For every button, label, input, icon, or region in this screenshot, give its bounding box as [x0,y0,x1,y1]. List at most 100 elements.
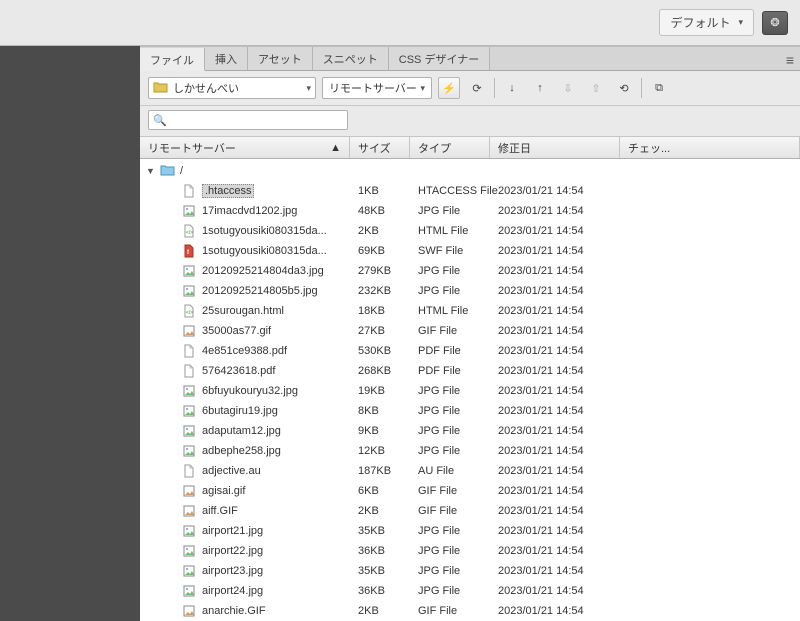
file-name-cell[interactable]: .htaccess [140,184,350,198]
file-name-cell[interactable]: 576423618.pdf [140,364,350,378]
file-name-cell[interactable]: adjective.au [140,464,350,478]
file-type: JPG File [410,385,490,397]
server-view-selector[interactable]: リモートサーバー ▾ [322,77,432,99]
jpg-file-icon [182,384,196,398]
get-button[interactable]: ↓ [501,77,523,99]
root-folder-row[interactable]: ▼ / [140,161,800,181]
file-name-cell[interactable]: 20120925214804da3.jpg [140,264,350,278]
file-row[interactable]: anarchie.GIF2KBGIF File2023/01/21 14:54 [140,601,800,621]
file-row[interactable]: airport24.jpg36KBJPG File2023/01/21 14:5… [140,581,800,601]
sync-icon: ❂ [770,16,779,29]
sync-settings-button[interactable]: ❂ [762,11,788,35]
swf-file-icon [182,244,196,258]
file-name-cell[interactable]: adaputam12.jpg [140,424,350,438]
file-name-cell[interactable]: 4e851ce9388.pdf [140,344,350,358]
file-size: 187KB [350,465,410,477]
filter-input[interactable]: 🔍 [148,110,348,130]
panel-tabs: ファイル挿入アセットスニペットCSS デザイナー [140,47,800,71]
file-name-cell[interactable]: 17imacdvd1202.jpg [140,204,350,218]
chevron-down-icon: ▾ [306,83,311,94]
sync-button[interactable]: ⟲ [613,77,635,99]
file-row[interactable]: aiff.GIF2KBGIF File2023/01/21 14:54 [140,501,800,521]
file-name-cell[interactable]: 1sotugyousiki080315da... [140,224,350,238]
file-row[interactable]: 1sotugyousiki080315da...2KBHTML File2023… [140,221,800,241]
file-name: adjective.au [202,465,261,477]
col-modified-header[interactable]: 修正日 [490,137,620,158]
checkin-icon: ⇧ [591,82,600,95]
panel-tab[interactable]: CSS デザイナー [389,47,490,70]
panel-tab[interactable]: 挿入 [205,47,248,70]
file-date: 2023/01/21 14:54 [490,505,620,517]
file-row[interactable]: 25surougan.html18KBHTML File2023/01/21 1… [140,301,800,321]
file-name-cell[interactable]: aiff.GIF [140,504,350,518]
col-size-header[interactable]: サイズ [350,137,410,158]
file-name-cell[interactable]: 6butagiru19.jpg [140,404,350,418]
file-row[interactable]: adaputam12.jpg9KBJPG File2023/01/21 14:5… [140,421,800,441]
file-size: 279KB [350,265,410,277]
file-size: 6KB [350,485,410,497]
file-row[interactable]: 576423618.pdf268KBPDF File2023/01/21 14:… [140,361,800,381]
file-name-cell[interactable]: adbephe258.jpg [140,444,350,458]
file-name: 6bfuyukouryu32.jpg [202,385,298,397]
file-name-cell[interactable]: airport22.jpg [140,544,350,558]
file-size: 232KB [350,285,410,297]
checkin-button[interactable]: ⇧ [585,77,607,99]
panel-tab[interactable]: ファイル [140,48,205,71]
expand-button[interactable]: ⧉ [648,77,670,99]
panel-menu-icon[interactable]: ≡ [786,53,794,67]
disclosure-triangle-icon[interactable]: ▼ [146,166,156,176]
file-type: HTML File [410,225,490,237]
refresh-button[interactable]: ⟳ [466,77,488,99]
put-button[interactable]: ↑ [529,77,551,99]
jpg-file-icon [182,264,196,278]
panel-tab[interactable]: アセット [248,47,313,70]
file-row[interactable]: 35000as77.gif27KBGIF File2023/01/21 14:5… [140,321,800,341]
file-name-cell[interactable]: agisai.gif [140,484,350,498]
file-name-cell[interactable]: 20120925214805b5.jpg [140,284,350,298]
file-listing[interactable]: ▼ / .htaccess1KBHTACCESS File2023/01/21 … [140,159,800,621]
workspace-switcher[interactable]: デフォルト ▾ [659,9,754,36]
file-type: JPG File [410,585,490,597]
checkout-button[interactable]: ⇩ [557,77,579,99]
file-date: 2023/01/21 14:54 [490,365,620,377]
file-row[interactable]: adjective.au187KBAU File2023/01/21 14:54 [140,461,800,481]
file-row[interactable]: 6bfuyukouryu32.jpg19KBJPG File2023/01/21… [140,381,800,401]
file-type: JPG File [410,205,490,217]
col-type-header[interactable]: タイプ [410,137,490,158]
file-row[interactable]: 17imacdvd1202.jpg48KBJPG File2023/01/21 … [140,201,800,221]
file-date: 2023/01/21 14:54 [490,545,620,557]
file-row[interactable]: airport21.jpg35KBJPG File2023/01/21 14:5… [140,521,800,541]
file-name-cell[interactable]: 25surougan.html [140,304,350,318]
file-date: 2023/01/21 14:54 [490,265,620,277]
file-name-cell[interactable]: 35000as77.gif [140,324,350,338]
file-type: JPG File [410,285,490,297]
file-name: adaputam12.jpg [202,425,281,437]
file-row[interactable]: 4e851ce9388.pdf530KBPDF File2023/01/21 1… [140,341,800,361]
connect-button[interactable]: ⚡ [438,77,460,99]
file-name-cell[interactable]: 6bfuyukouryu32.jpg [140,384,350,398]
file-row[interactable]: agisai.gif6KBGIF File2023/01/21 14:54 [140,481,800,501]
col-checked-header[interactable]: チェッ... [620,137,800,158]
file-row[interactable]: adbephe258.jpg12KBJPG File2023/01/21 14:… [140,441,800,461]
site-selector[interactable]: しかせんべい ▾ [148,77,316,99]
gif-file-icon [182,324,196,338]
file-row[interactable]: airport22.jpg36KBJPG File2023/01/21 14:5… [140,541,800,561]
divider [641,78,642,98]
file-name-cell[interactable]: airport24.jpg [140,584,350,598]
file-name-cell[interactable]: airport21.jpg [140,524,350,538]
file-row[interactable]: 20120925214804da3.jpg279KBJPG File2023/0… [140,261,800,281]
col-name-header[interactable]: リモートサーバー ▲ [140,137,350,158]
jpg-file-icon [182,444,196,458]
panel-tab[interactable]: スニペット [313,47,389,70]
file-row[interactable]: .htaccess1KBHTACCESS File2023/01/21 14:5… [140,181,800,201]
file-name: 25surougan.html [202,305,284,317]
jpg-file-icon [182,424,196,438]
file-row[interactable]: 1sotugyousiki080315da...69KBSWF File2023… [140,241,800,261]
file-name-cell[interactable]: airport23.jpg [140,564,350,578]
file-row[interactable]: airport23.jpg35KBJPG File2023/01/21 14:5… [140,561,800,581]
file-name-cell[interactable]: 1sotugyousiki080315da... [140,244,350,258]
file-row[interactable]: 20120925214805b5.jpg232KBJPG File2023/01… [140,281,800,301]
file-row[interactable]: 6butagiru19.jpg8KBJPG File2023/01/21 14:… [140,401,800,421]
file-type: HTACCESS File [410,185,490,197]
file-name-cell[interactable]: anarchie.GIF [140,604,350,618]
